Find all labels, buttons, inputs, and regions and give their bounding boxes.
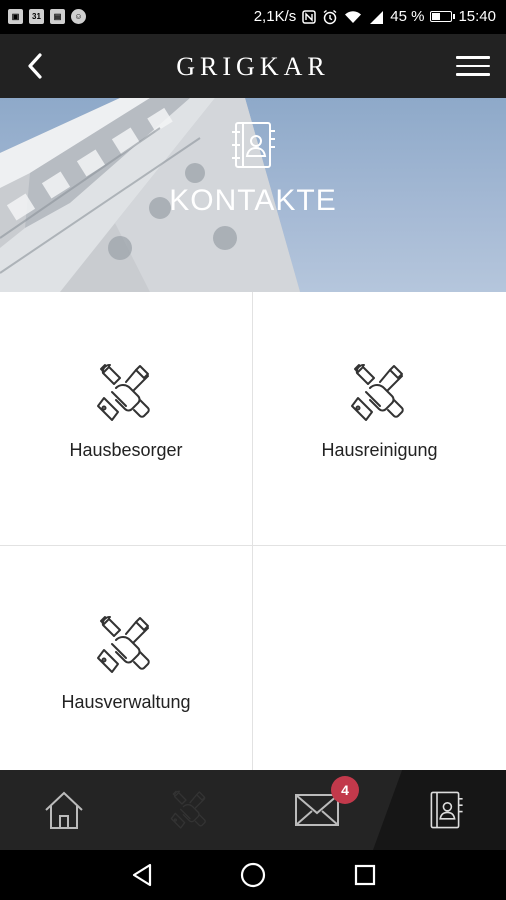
recents-square-icon [354,864,376,886]
calendar-icon: 31 [29,9,44,24]
contact-label: Hausreinigung [321,440,438,460]
home-icon [45,791,83,829]
alarm-icon [322,9,338,25]
contacts-grid: Hausbesorger Hausreinigung Hausverwaltun… [0,292,506,770]
clock: 15:40 [458,8,496,25]
address-book-icon [430,791,463,829]
battery-percent: 45 % [390,8,425,25]
system-navigation-bar [0,850,506,900]
store-icon: ▤ [50,9,65,24]
notification-icons: ▣ 31 ▤ ☺ [8,9,86,24]
empty-cell [253,546,506,770]
nfc-icon [302,9,316,24]
unread-messages-badge: 4 [331,776,359,804]
contact-card-hausverwaltung[interactable]: Hausverwaltung [0,546,252,770]
header-banner: KONTAKTE [0,98,506,292]
settings-icon: ☺ [71,9,86,24]
contact-card-hausbesorger[interactable]: Hausbesorger [0,292,252,545]
system-back-button[interactable] [122,858,162,892]
contact-card-hausreinigung[interactable]: Hausreinigung [253,292,506,545]
nav-services[interactable] [140,770,240,850]
nav-home[interactable] [14,770,114,850]
contact-label: Hausbesorger [69,440,183,460]
system-indicators: 2,1K/s 45 % 15:40 [254,8,496,25]
system-recents-button[interactable] [345,858,385,892]
signal-icon [368,10,384,24]
status-bar: ▣ 31 ▤ ☺ 2,1K/s 45 % 15:40 [0,0,506,34]
page-title: KONTAKTE [169,184,337,217]
tools-hand-icon [350,364,404,421]
back-triangle-icon [132,863,152,887]
contact-label: Hausverwaltung [61,692,191,712]
grid-divider [252,292,253,770]
grid-divider [0,545,506,546]
tools-hand-icon [97,364,150,421]
nav-contacts[interactable] [395,770,495,850]
app-bar: GRIGKAR [0,34,506,98]
address-book-icon [232,122,275,168]
image-icon: ▣ [8,9,23,24]
bottom-navigation [0,770,506,850]
home-circle-icon [240,862,266,888]
battery-icon [430,11,456,22]
wifi-icon [344,10,362,24]
app-title: GRIGKAR [176,52,330,81]
menu-button[interactable] [456,50,490,82]
tools-hand-icon [170,790,206,829]
menu-line [456,64,490,68]
tools-hand-icon [97,616,150,673]
system-home-button[interactable] [233,858,273,892]
network-speed: 2,1K/s [253,8,297,25]
menu-line [456,73,490,76]
hamburger-menu-icon [456,56,490,59]
